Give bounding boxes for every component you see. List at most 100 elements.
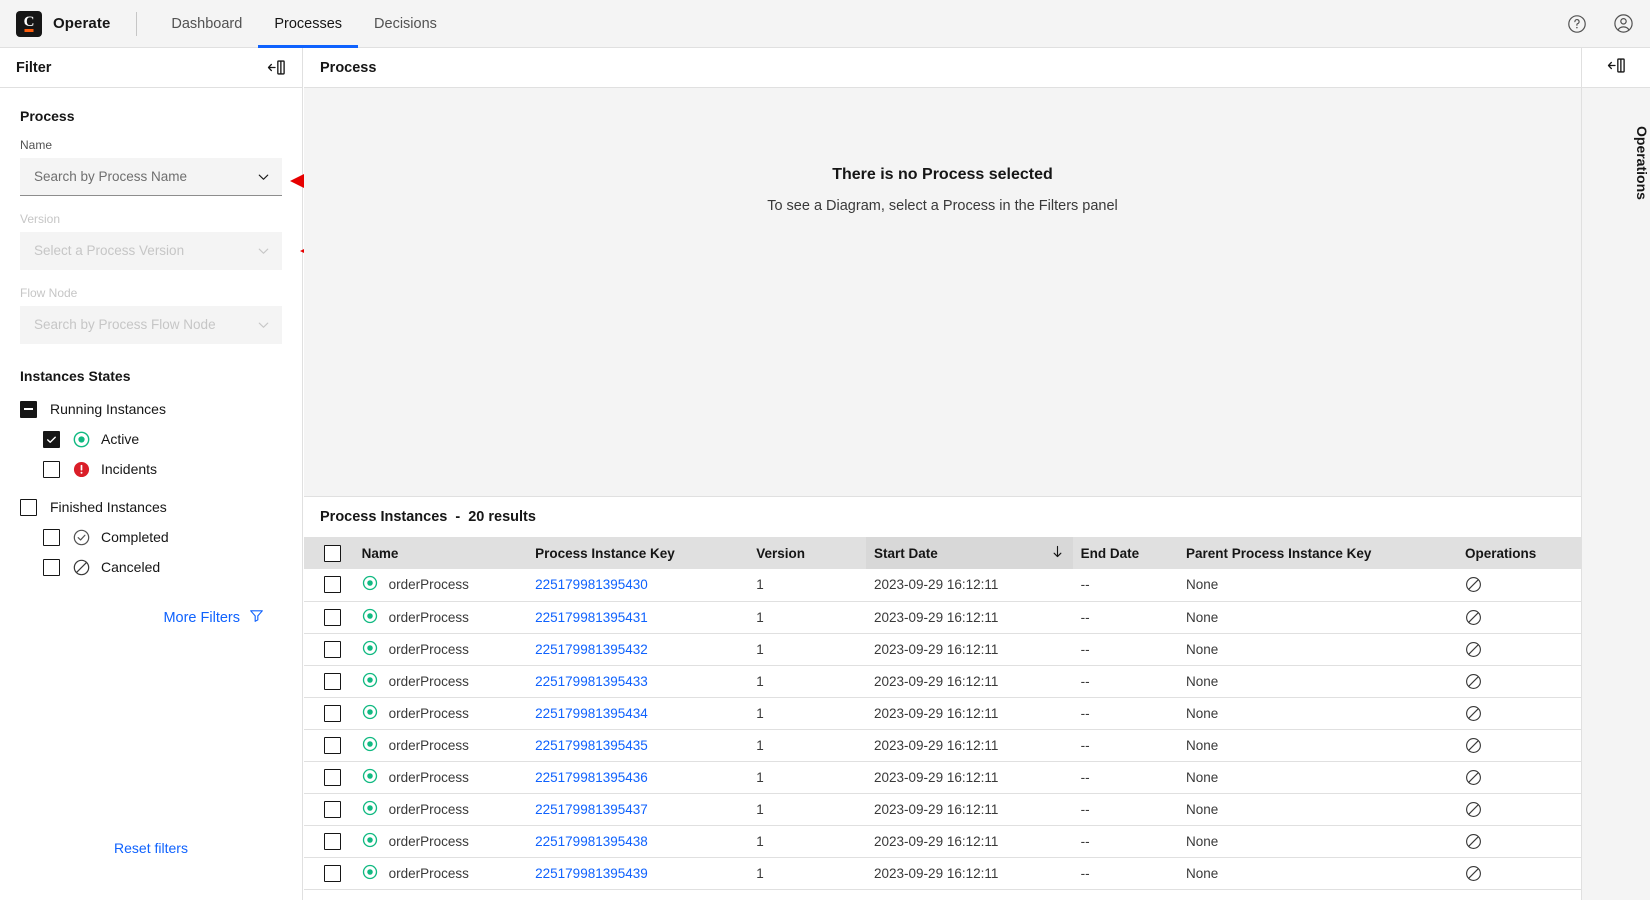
row-select-cell: [304, 857, 354, 889]
checkbox-canceled[interactable]: Canceled: [20, 552, 282, 582]
process-instance-key-link[interactable]: 225179981395437: [535, 802, 648, 817]
row-checkbox[interactable]: [324, 769, 341, 786]
row-checkbox[interactable]: [324, 609, 341, 626]
row-checkbox[interactable]: [324, 833, 341, 850]
column-header-version[interactable]: Version: [748, 537, 866, 569]
table-row[interactable]: orderProcess22517998139543312023-09-29 1…: [304, 665, 1581, 697]
checkbox-box: [43, 559, 60, 576]
more-filters-label: More Filters: [163, 610, 240, 626]
cell-parent-process-instance-key: None: [1178, 665, 1457, 697]
cell-name: orderProcess: [354, 665, 528, 697]
cancel-operation-icon[interactable]: [1465, 705, 1573, 722]
cell-process-instance-key: 225179981395436: [527, 761, 748, 793]
active-state-icon: [362, 864, 378, 883]
table-row[interactable]: orderProcess22517998139543812023-09-29 1…: [304, 825, 1581, 857]
cell-version: 1: [748, 697, 866, 729]
process-instance-key-link[interactable]: 225179981395435: [535, 738, 648, 753]
cell-version: 1: [748, 729, 866, 761]
operations-panel: Operations: [1581, 48, 1650, 900]
cancel-operation-icon[interactable]: [1465, 609, 1573, 626]
cell-version: 1: [748, 665, 866, 697]
table-row[interactable]: orderProcess22517998139543112023-09-29 1…: [304, 601, 1581, 633]
cell-version: 1: [748, 633, 866, 665]
cell-parent-process-instance-key: None: [1178, 857, 1457, 889]
cell-process-instance-key: 225179981395435: [527, 729, 748, 761]
process-name-text: orderProcess: [389, 674, 469, 689]
process-instance-key-link[interactable]: 225179981395432: [535, 642, 648, 657]
column-header-process-instance-key[interactable]: Process Instance Key: [527, 537, 748, 569]
process-version-select[interactable]: Select a Process Version: [20, 232, 282, 270]
process-instance-key-link[interactable]: 225179981395433: [535, 674, 648, 689]
cell-end-date: --: [1073, 697, 1178, 729]
table-row[interactable]: orderProcess22517998139543612023-09-29 1…: [304, 761, 1581, 793]
cancel-operation-icon[interactable]: [1465, 673, 1573, 690]
row-checkbox[interactable]: [324, 737, 341, 754]
column-header-start-date[interactable]: Start Date: [866, 537, 1073, 569]
checkbox-finished-instances[interactable]: Finished Instances: [20, 492, 282, 522]
table-row[interactable]: orderProcess22517998139543212023-09-29 1…: [304, 633, 1581, 665]
process-instance-key-link[interactable]: 225179981395431: [535, 610, 648, 625]
checkbox-incidents[interactable]: Incidents: [20, 454, 282, 484]
checkbox-box: [43, 461, 60, 478]
cancel-operation-icon[interactable]: [1465, 865, 1573, 882]
cancel-operation-icon[interactable]: [1465, 769, 1573, 786]
process-name-text: orderProcess: [389, 706, 469, 721]
cell-parent-process-instance-key: None: [1178, 569, 1457, 601]
row-checkbox[interactable]: [324, 865, 341, 882]
active-state-icon: [362, 672, 378, 691]
collapse-panel-right-icon[interactable]: [1607, 56, 1626, 80]
process-name-text: orderProcess: [389, 610, 469, 625]
nav-item-decisions[interactable]: Decisions: [358, 0, 453, 48]
cell-process-instance-key: 225179981395437: [527, 793, 748, 825]
cell-operations: [1457, 729, 1581, 761]
nav-item-processes[interactable]: Processes: [258, 0, 358, 48]
flow-node-placeholder: Search by Process Flow Node: [34, 317, 216, 332]
table-row[interactable]: orderProcess22517998139543912023-09-29 1…: [304, 857, 1581, 889]
operations-panel-label[interactable]: Operations: [1582, 126, 1650, 200]
table-row[interactable]: orderProcess22517998139543012023-09-29 1…: [304, 569, 1581, 601]
checkbox-running-instances[interactable]: Running Instances: [20, 394, 282, 424]
checkbox-active[interactable]: Active: [20, 424, 282, 454]
cell-operations: [1457, 665, 1581, 697]
cell-version: 1: [748, 569, 866, 601]
column-header-end-date[interactable]: End Date: [1073, 537, 1178, 569]
row-checkbox[interactable]: [324, 673, 341, 690]
table-row[interactable]: orderProcess22517998139543712023-09-29 1…: [304, 793, 1581, 825]
logo-letter: C: [24, 15, 35, 30]
table-header-row: Name Process Instance Key Version Start …: [304, 537, 1581, 569]
row-checkbox[interactable]: [324, 576, 341, 593]
row-checkbox[interactable]: [324, 705, 341, 722]
cell-operations: [1457, 761, 1581, 793]
process-instance-key-link[interactable]: 225179981395439: [535, 866, 648, 881]
flow-node-select[interactable]: Search by Process Flow Node: [20, 306, 282, 344]
collapse-panel-left-icon[interactable]: [267, 58, 286, 77]
cancel-operation-icon[interactable]: [1465, 641, 1573, 658]
cancel-operation-icon[interactable]: [1465, 833, 1573, 850]
process-instance-key-link[interactable]: 225179981395436: [535, 770, 648, 785]
reset-filters-button[interactable]: Reset filters: [0, 840, 302, 856]
cancel-operation-icon[interactable]: [1465, 737, 1573, 754]
cancel-operation-icon[interactable]: [1465, 576, 1573, 593]
instances-states-title: Instances States: [20, 368, 282, 384]
process-instance-key-link[interactable]: 225179981395430: [535, 577, 648, 592]
select-all-checkbox[interactable]: [324, 545, 341, 562]
column-header-name[interactable]: Name: [354, 537, 528, 569]
table-row[interactable]: orderProcess22517998139543512023-09-29 1…: [304, 729, 1581, 761]
row-checkbox[interactable]: [324, 641, 341, 658]
more-filters-button[interactable]: More Filters: [163, 608, 264, 627]
user-avatar-icon[interactable]: [1610, 11, 1636, 37]
row-checkbox[interactable]: [324, 801, 341, 818]
table-row[interactable]: orderProcess22517998139543412023-09-29 1…: [304, 697, 1581, 729]
process-instance-key-link[interactable]: 225179981395438: [535, 834, 648, 849]
cell-parent-process-instance-key: None: [1178, 761, 1457, 793]
help-circle-icon[interactable]: [1564, 11, 1590, 37]
cell-start-date: 2023-09-29 16:12:11: [866, 729, 1073, 761]
column-header-parent-process-instance-key[interactable]: Parent Process Instance Key: [1178, 537, 1457, 569]
process-instance-key-link[interactable]: 225179981395434: [535, 706, 648, 721]
process-name-select[interactable]: Search by Process Name: [20, 158, 282, 196]
process-name-placeholder: Search by Process Name: [34, 169, 187, 184]
cell-end-date: --: [1073, 825, 1178, 857]
nav-item-dashboard[interactable]: Dashboard: [155, 0, 258, 48]
checkbox-completed[interactable]: Completed: [20, 522, 282, 552]
cancel-operation-icon[interactable]: [1465, 801, 1573, 818]
